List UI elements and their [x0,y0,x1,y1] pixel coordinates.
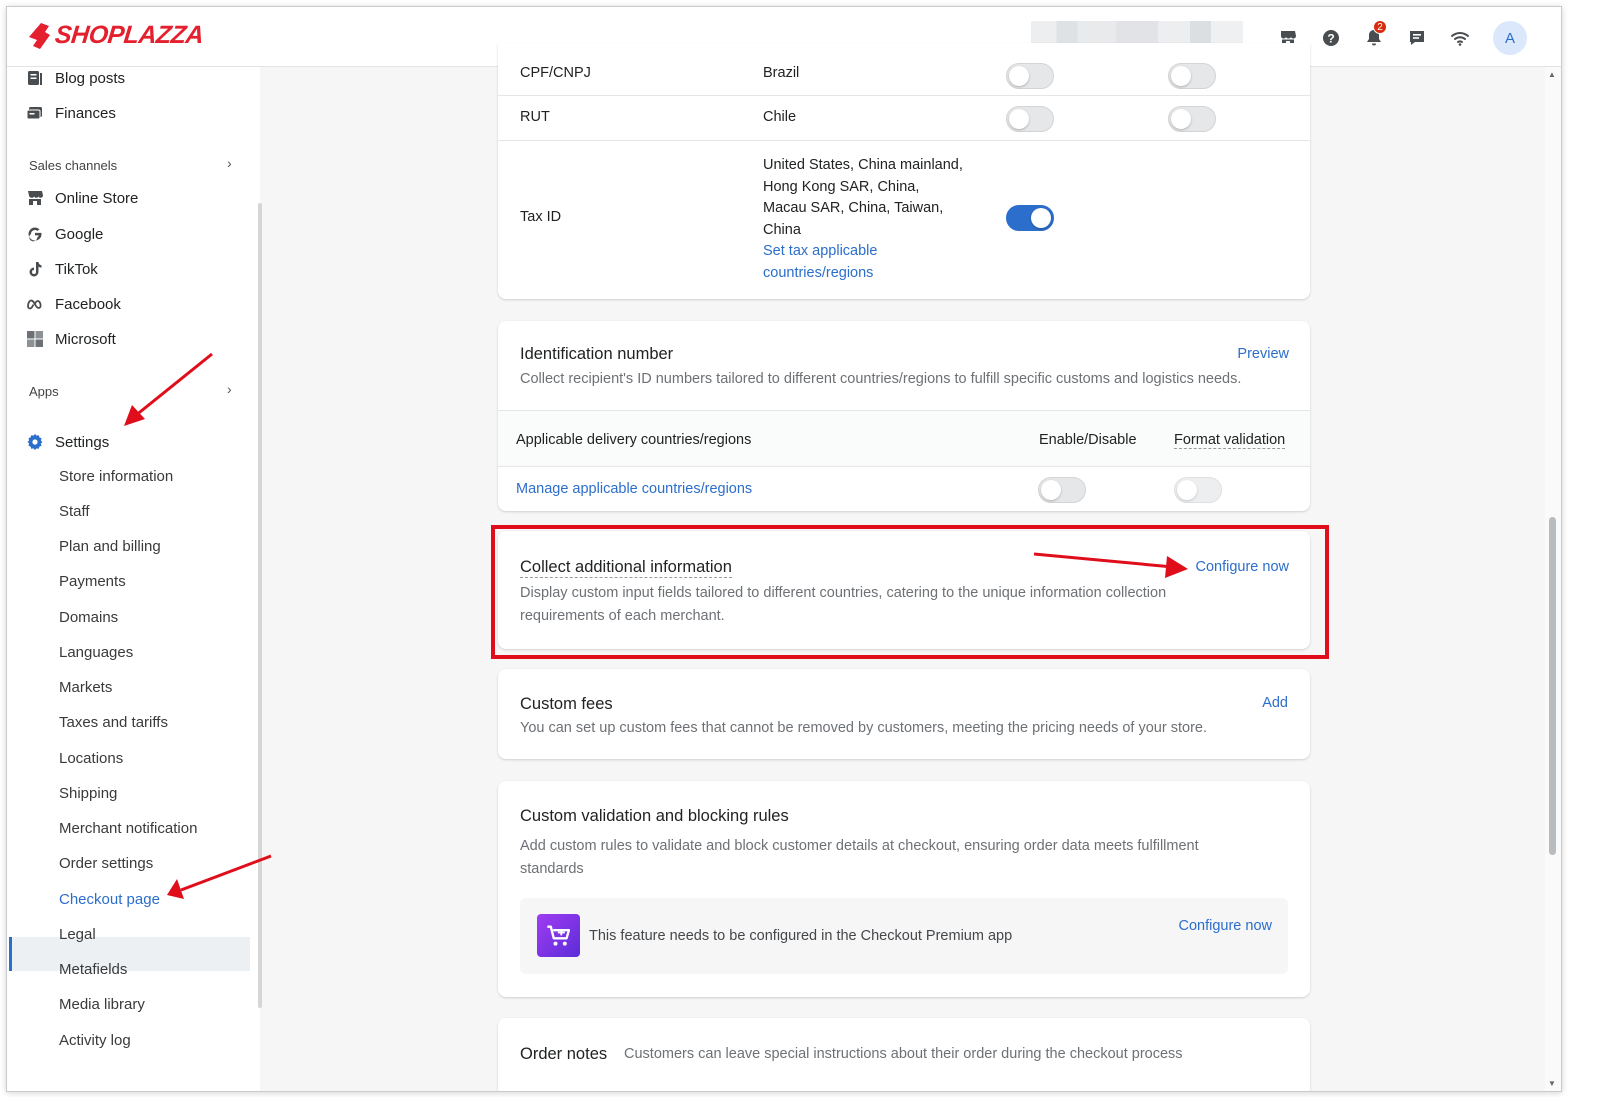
app-window: SHOPLAZZA ? 2 A Blog posts Finances Sale… [6,6,1562,1092]
annotation-arrow-icon [124,352,213,426]
annotation-arrows [124,352,1188,899]
annotation-arrow-icon [1033,552,1188,578]
annotation-arrow-icon [167,854,272,899]
